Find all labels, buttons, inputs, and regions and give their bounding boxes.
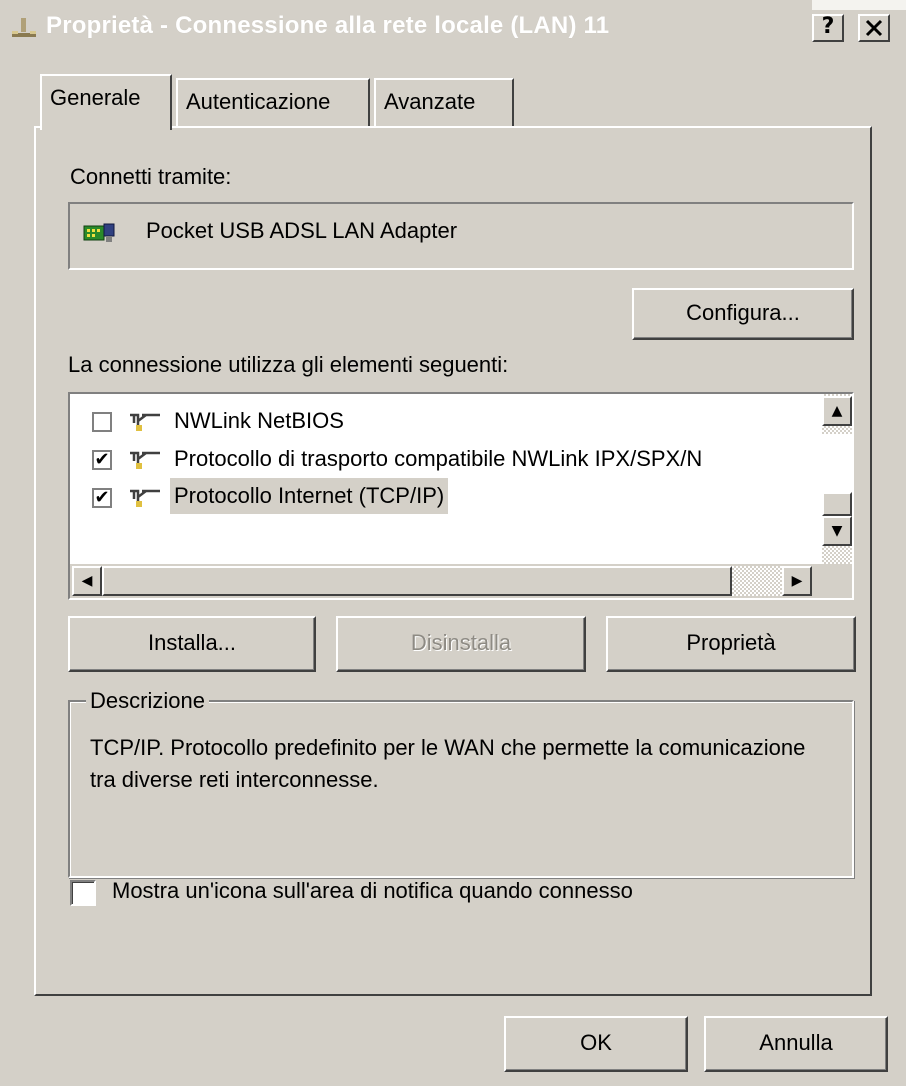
adapter-field: Pocket USB ADSL LAN Adapter — [68, 202, 854, 270]
component-label: NWLink NetBIOS — [174, 408, 344, 433]
components-label: La connessione utilizza gli elementi seg… — [68, 352, 509, 377]
protocol-icon — [130, 451, 160, 469]
scroll-corner — [822, 564, 852, 598]
cancel-button[interactable]: Annulla — [704, 1016, 888, 1072]
scroll-track-highlight — [822, 434, 852, 492]
title-corner — [812, 0, 906, 10]
horizontal-scroll-track[interactable] — [732, 566, 782, 596]
tab-autenticazione[interactable]: Autenticazione — [176, 78, 370, 126]
network-adapter-icon — [83, 223, 115, 242]
component-checkbox-nwlink-ipx[interactable]: ✔ — [92, 450, 112, 470]
close-icon — [865, 19, 883, 37]
tab-generale[interactable]: Generale — [40, 74, 172, 130]
component-label: Protocollo Internet (TCP/IP) — [170, 478, 449, 514]
install-button[interactable]: Installa... — [68, 616, 316, 672]
notify-label[interactable]: Mostra un'icona sull'area di notifica qu… — [112, 878, 633, 904]
help-button[interactable]: ? — [812, 14, 844, 42]
connect-via-label: Connetti tramite: — [70, 164, 232, 189]
scroll-right-button[interactable]: ▶ — [782, 566, 812, 596]
tab-avanzate[interactable]: Avanzate — [374, 78, 514, 126]
window-title: Proprietà - Connessione alla rete locale… — [46, 12, 610, 39]
protocol-icon — [130, 413, 160, 431]
properties-button[interactable]: Proprietà — [606, 616, 856, 672]
description-text: TCP/IP. Protocollo predefinito per le WA… — [90, 735, 806, 792]
components-list[interactable]: NWLink NetBIOS ✔ Protocollo di trasporto… — [68, 392, 854, 600]
scroll-up-button[interactable]: ▲ — [822, 396, 852, 426]
uninstall-button[interactable]: Disinstalla — [336, 616, 586, 672]
notify-checkbox[interactable] — [70, 880, 96, 906]
component-checkbox-nwlink-netbios[interactable] — [92, 412, 112, 432]
protocol-icon — [130, 489, 160, 507]
scroll-down-button[interactable]: ▼ — [822, 516, 852, 546]
description-legend: Descrizione — [86, 688, 209, 714]
component-label: Protocollo di trasporto compatibile NWLi… — [174, 446, 703, 471]
component-checkbox-tcpip[interactable]: ✔ — [92, 488, 112, 508]
configure-button[interactable]: Configura... — [632, 288, 854, 340]
ok-button[interactable]: OK — [504, 1016, 688, 1072]
adapter-name: Pocket USB ADSL LAN Adapter — [146, 218, 458, 243]
scroll-thumb[interactable] — [822, 492, 852, 516]
horizontal-scroll-thumb[interactable] — [102, 566, 732, 596]
scroll-left-button[interactable]: ◀ — [72, 566, 102, 596]
close-button[interactable] — [858, 14, 890, 42]
network-connection-icon — [12, 18, 36, 37]
